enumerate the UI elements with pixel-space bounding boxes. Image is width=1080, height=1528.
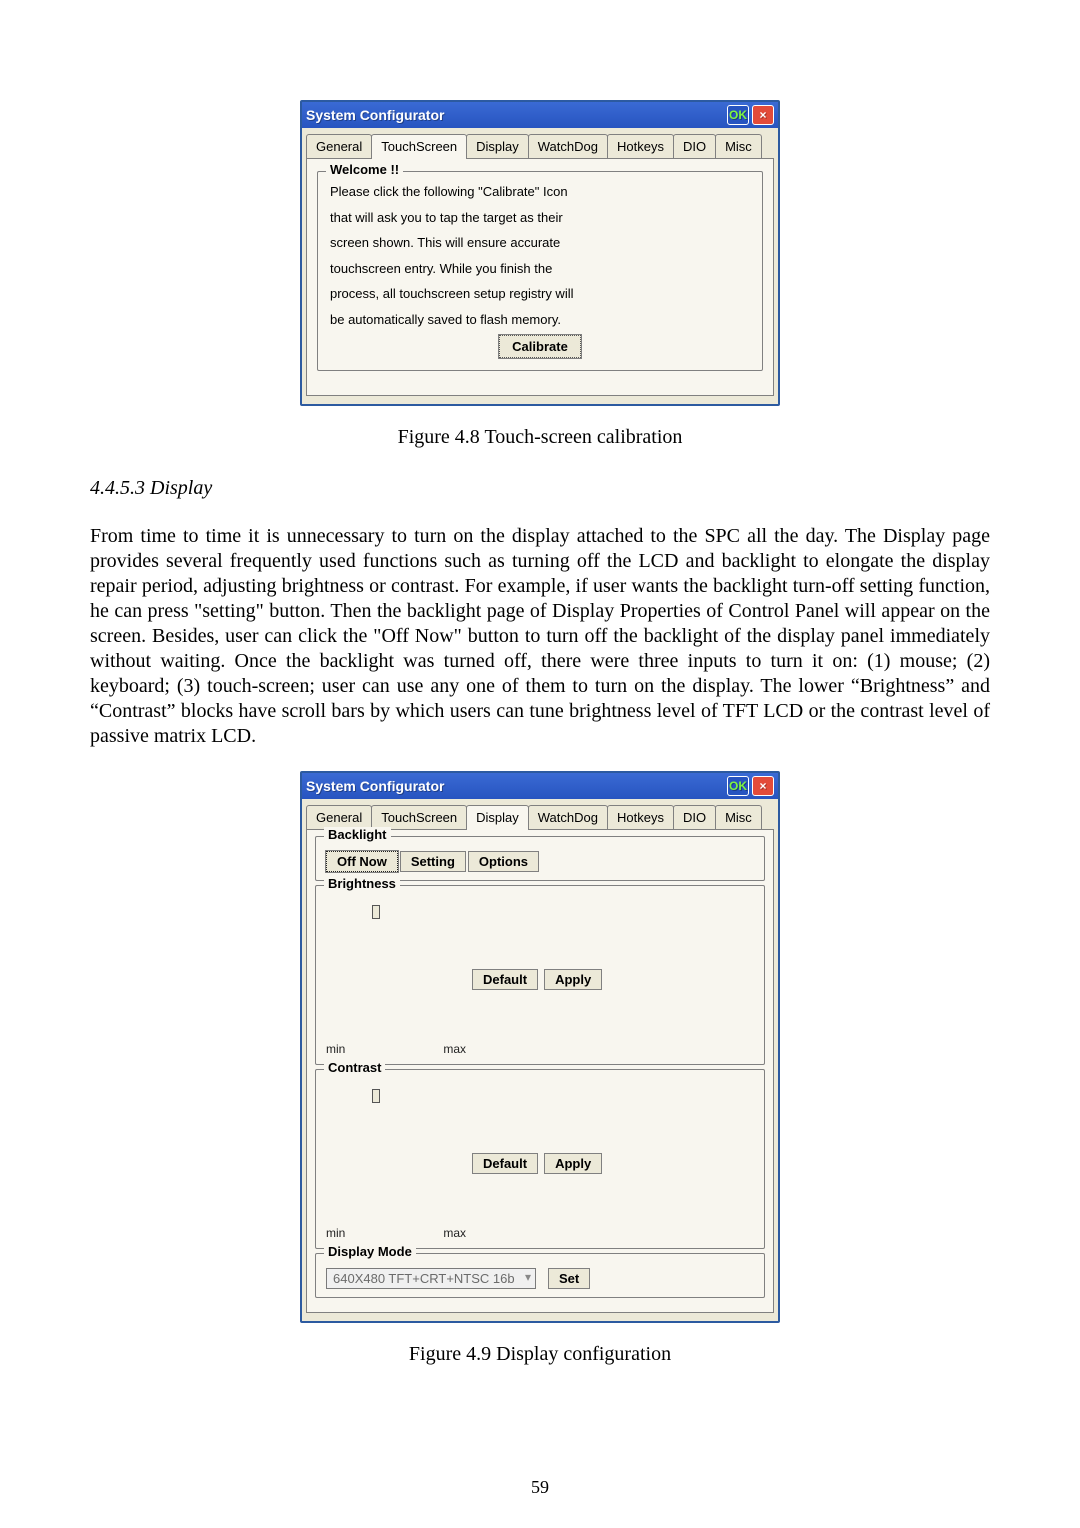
tab-general[interactable]: General: [306, 805, 372, 829]
contrast-max-label: max: [443, 1226, 466, 1240]
instruction-line: screen shown. This will ensure accurate: [330, 233, 750, 253]
window-title: System Configurator: [306, 778, 444, 794]
tab-general[interactable]: General: [306, 134, 372, 158]
tabpanel-touchscreen: Welcome !! Please click the following "C…: [306, 158, 774, 396]
tab-hotkeys[interactable]: Hotkeys: [607, 134, 674, 158]
tab-watchdog[interactable]: WatchDog: [528, 805, 608, 829]
window-title: System Configurator: [306, 107, 444, 123]
instruction-line: process, all touchscreen setup registry …: [330, 284, 750, 304]
close-button[interactable]: ×: [752, 776, 774, 796]
instruction-line: be automatically saved to flash memory.: [330, 310, 750, 330]
tabstrip: General TouchScreen Display WatchDog Hot…: [302, 128, 778, 158]
section-heading: 4.4.5.3 Display: [90, 477, 990, 500]
backlight-label: Backlight: [324, 827, 391, 842]
instruction-line: Please click the following "Calibrate" I…: [330, 182, 750, 202]
brightness-max-label: max: [443, 1042, 466, 1056]
display-mode-combo[interactable]: 640X480 TFT+CRT+NTSC 16b: [326, 1268, 536, 1289]
tab-touchscreen[interactable]: TouchScreen: [371, 134, 467, 159]
brightness-apply-button[interactable]: Apply: [544, 969, 602, 990]
instruction-line: touchscreen entry. While you finish the: [330, 259, 750, 279]
backlight-options-button[interactable]: Options: [468, 851, 539, 872]
tab-misc[interactable]: Misc: [715, 134, 762, 158]
tab-misc[interactable]: Misc: [715, 805, 762, 829]
contrast-label: Contrast: [324, 1060, 385, 1075]
tab-display[interactable]: Display: [466, 805, 529, 830]
backlight-group: Backlight Off Now Setting Options: [315, 836, 765, 881]
display-mode-group: Display Mode 640X480 TFT+CRT+NTSC 16b Se…: [315, 1253, 765, 1298]
tab-watchdog[interactable]: WatchDog: [528, 134, 608, 158]
welcome-group: Welcome !! Please click the following "C…: [317, 171, 763, 371]
tab-dio[interactable]: DIO: [673, 805, 716, 829]
figure-caption-1: Figure 4.8 Touch-screen calibration: [90, 426, 990, 449]
tabpanel-display: Backlight Off Now Setting Options Bright…: [306, 829, 774, 1313]
backlight-off-now-button[interactable]: Off Now: [326, 851, 398, 872]
titlebar: System Configurator OK ×: [302, 773, 778, 799]
instruction-line: that will ask you to tap the target as t…: [330, 208, 750, 228]
display-mode-label: Display Mode: [324, 1244, 416, 1259]
tab-touchscreen[interactable]: TouchScreen: [371, 805, 467, 829]
calibrate-button[interactable]: Calibrate: [499, 335, 581, 358]
backlight-setting-button[interactable]: Setting: [400, 851, 466, 872]
brightness-min-label: min: [326, 1042, 345, 1056]
brightness-label: Brightness: [324, 876, 400, 891]
tab-display[interactable]: Display: [466, 134, 529, 158]
titlebar: System Configurator OK ×: [302, 102, 778, 128]
configurator-window-display: System Configurator OK × General TouchSc…: [300, 771, 780, 1323]
brightness-default-button[interactable]: Default: [472, 969, 538, 990]
brightness-group: Brightness min max Default Apply: [315, 885, 765, 1065]
welcome-label: Welcome !!: [326, 162, 403, 177]
close-button[interactable]: ×: [752, 105, 774, 125]
ok-button[interactable]: OK: [727, 105, 749, 125]
contrast-apply-button[interactable]: Apply: [544, 1153, 602, 1174]
contrast-default-button[interactable]: Default: [472, 1153, 538, 1174]
tabstrip: General TouchScreen Display WatchDog Hot…: [302, 799, 778, 829]
tab-dio[interactable]: DIO: [673, 134, 716, 158]
display-mode-set-button[interactable]: Set: [548, 1268, 590, 1289]
contrast-group: Contrast min max Default Apply: [315, 1069, 765, 1249]
figure-caption-2: Figure 4.9 Display configuration: [90, 1343, 990, 1366]
body-paragraph: From time to time it is unnecessary to t…: [90, 524, 990, 749]
page-number: 59: [0, 1477, 1080, 1498]
contrast-min-label: min: [326, 1226, 345, 1240]
ok-button[interactable]: OK: [727, 776, 749, 796]
configurator-window-touchscreen: System Configurator OK × General TouchSc…: [300, 100, 780, 406]
tab-hotkeys[interactable]: Hotkeys: [607, 805, 674, 829]
